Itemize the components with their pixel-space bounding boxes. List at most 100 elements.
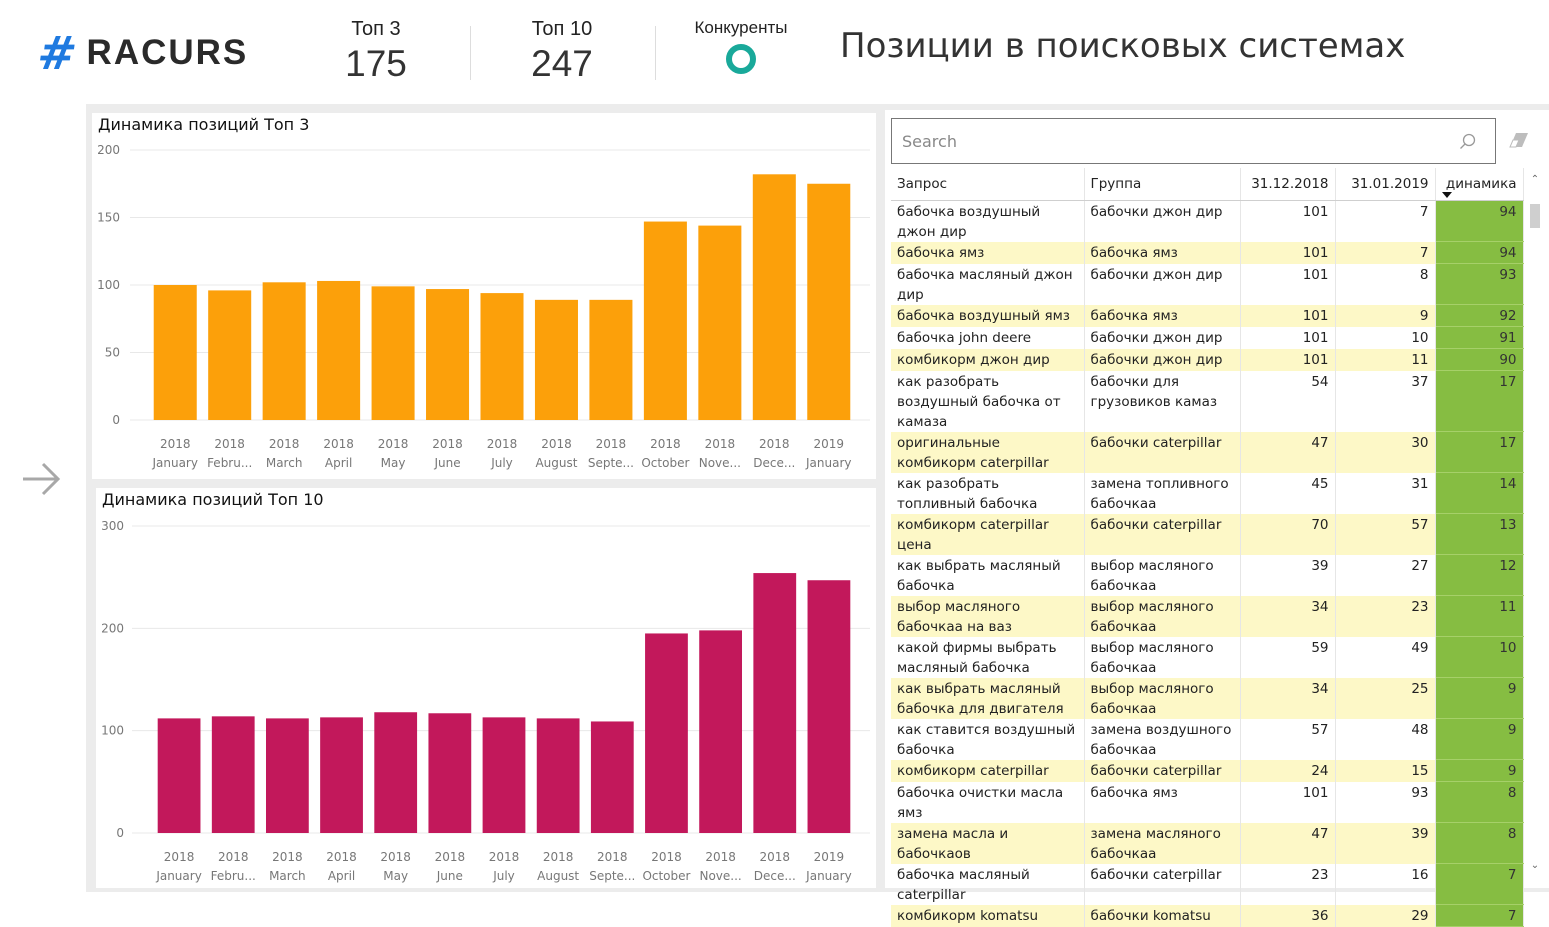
table-row[interactable]: комбикорм caterpillar бабочки caterpillar…	[891, 759, 1524, 782]
x-month-label: Dece...	[753, 456, 795, 470]
cell-date2: 7	[1335, 200, 1436, 242]
cell-query: комбикорм caterpillar цена	[891, 513, 1085, 555]
kpi-competitors[interactable]: Конкуренты	[682, 18, 800, 74]
table-row[interactable]: комбикорм caterpillar цена бабочки caterp…	[891, 513, 1524, 555]
bar[interactable]	[371, 286, 415, 420]
sort-desc-icon[interactable]	[1441, 191, 1452, 198]
bar[interactable]	[753, 573, 797, 833]
x-month-label: April	[325, 456, 352, 470]
cell-date2: 10	[1335, 326, 1436, 349]
cell-date1: 47	[1240, 822, 1336, 864]
table-row[interactable]: замена масла и бабочкаов замена масляного…	[891, 822, 1524, 864]
bar[interactable]	[536, 718, 580, 833]
bar[interactable]	[157, 718, 201, 833]
bar[interactable]	[208, 290, 252, 420]
search-box[interactable]	[891, 118, 1496, 164]
table-row[interactable]: оригинальные комбикорм caterpillar бабочк…	[891, 431, 1524, 473]
column-header-date1[interactable]: 31.12.2018	[1240, 168, 1336, 201]
bar[interactable]	[428, 713, 472, 833]
x-year-label: 2018	[378, 437, 409, 451]
x-year-label: 2018	[759, 850, 790, 864]
eraser-icon[interactable]	[1509, 132, 1529, 148]
cell-query: какой фирмы выбрать масляный бабочка	[891, 636, 1085, 678]
cell-dynamics: 17	[1435, 431, 1524, 473]
bar[interactable]	[482, 717, 526, 833]
table-row[interactable]: бабочка очистки масла ямз бабочка ямз 101 9…	[891, 781, 1524, 823]
table-row[interactable]: какой фирмы выбрать масляный бабочка выбо…	[891, 636, 1524, 678]
bar[interactable]	[374, 712, 418, 833]
bar[interactable]	[643, 221, 687, 420]
cell-date2: 27	[1335, 554, 1436, 596]
table-row[interactable]: как разобрать воздушный бабочка от камаз…	[891, 370, 1524, 432]
table-row[interactable]: бабочка масляный джон дир бабочки джон ди…	[891, 263, 1524, 305]
x-year-label: 2018	[326, 850, 357, 864]
scroll-thumb[interactable]	[1530, 204, 1540, 228]
chart-top3-title: Динамика позиций Топ 3	[98, 115, 310, 134]
table-row[interactable]: как ставится воздушный бабочка замена воз…	[891, 718, 1524, 760]
scroll-down-icon[interactable]: ⌄	[1529, 860, 1541, 874]
queries-table: Запрос Группа 31.12.2018 31.01.2019 дина…	[891, 168, 1524, 927]
table-row[interactable]: бабочка масляный caterpillar бабочки cate…	[891, 863, 1524, 905]
bar[interactable]	[153, 285, 197, 420]
x-year-label: 2018	[272, 850, 303, 864]
cell-date1: 101	[1240, 263, 1336, 305]
bar[interactable]	[645, 633, 688, 833]
bar[interactable]	[698, 225, 742, 420]
kpi-top10-label: Топ 10	[531, 18, 593, 40]
cell-query: бабочка воздушный ямз	[891, 304, 1085, 327]
table-row[interactable]: бабочка john deere бабочки джон дир 101 10 9…	[891, 326, 1524, 349]
bar[interactable]	[317, 280, 361, 420]
cell-date2: 31	[1335, 472, 1436, 514]
cell-date1: 57	[1240, 718, 1336, 760]
search-input[interactable]	[902, 127, 1442, 155]
column-header-group[interactable]: Группа	[1084, 168, 1241, 201]
table-row[interactable]: как выбрать масляный бабочка выбор маслян…	[891, 554, 1524, 596]
column-header-dynamics[interactable]: динамика	[1435, 168, 1524, 201]
table-row[interactable]: выбор масляного бабочкаа на ваз выбор мас…	[891, 595, 1524, 637]
arrow-right-icon[interactable]	[20, 458, 62, 500]
cell-group: бабочки caterpillar	[1084, 759, 1241, 782]
table-row[interactable]: как выбрать масляный бабочка для двигате…	[891, 677, 1524, 719]
table-scrollbar[interactable]: ⌃ ⌄	[1529, 174, 1541, 874]
bar[interactable]	[807, 580, 851, 833]
column-header-query[interactable]: Запрос	[891, 168, 1085, 201]
cell-group: выбор масляного бабочкаа	[1084, 595, 1241, 637]
x-month-label: Septe...	[588, 456, 634, 470]
bar[interactable]	[752, 174, 796, 420]
x-year-label: 2018	[759, 437, 790, 451]
x-month-label: October	[642, 869, 690, 883]
bar[interactable]	[211, 716, 255, 833]
scroll-up-icon[interactable]: ⌃	[1529, 174, 1541, 188]
cell-dynamics: 93	[1435, 263, 1524, 305]
bar[interactable]	[320, 717, 363, 833]
table-row[interactable]: комбикорм komatsu бабочки komatsu 36 29 7	[891, 904, 1524, 927]
bar[interactable]	[589, 299, 633, 420]
bar[interactable]	[699, 630, 743, 833]
cell-date2: 16	[1335, 863, 1436, 905]
table-row[interactable]: как разобрать топливный бабочка замена то…	[891, 472, 1524, 514]
bar[interactable]	[590, 721, 634, 833]
cell-date1: 39	[1240, 554, 1336, 596]
cell-date2: 93	[1335, 781, 1436, 823]
cell-date2: 8	[1335, 263, 1436, 305]
bar[interactable]	[534, 299, 578, 420]
x-month-label: January	[155, 869, 202, 883]
competitors-ring-icon[interactable]	[726, 44, 756, 74]
table-row[interactable]: комбикорм джон дир бабочки джон дир 101 11 9…	[891, 348, 1524, 371]
table-row[interactable]: бабочка воздушный ямз бабочка ямз 101 9 92	[891, 304, 1524, 327]
x-year-label: 2019	[813, 437, 844, 451]
table-row[interactable]: бабочка ямз бабочка ямз 101 7 94	[891, 241, 1524, 264]
bar[interactable]	[426, 289, 470, 420]
bar[interactable]	[262, 282, 306, 420]
logo: # RACURS	[34, 26, 248, 80]
x-month-label: Febru...	[207, 456, 252, 470]
column-header-date2[interactable]: 31.01.2019	[1335, 168, 1436, 201]
bar[interactable]	[265, 718, 309, 833]
x-month-label: July	[492, 869, 515, 883]
search-icon[interactable]	[1459, 133, 1477, 151]
cell-query: бабочка масляный caterpillar	[891, 863, 1085, 905]
bar[interactable]	[480, 293, 524, 420]
bar[interactable]	[807, 183, 851, 420]
kpi-divider	[655, 26, 656, 80]
table-row[interactable]: бабочка воздушный джон дир бабочки джон д…	[891, 200, 1524, 242]
